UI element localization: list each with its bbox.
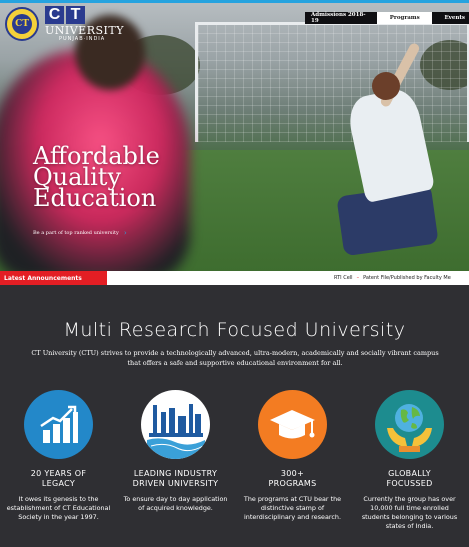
logo-letter: C <box>45 6 64 24</box>
seal-text: CT <box>12 14 32 34</box>
card-title: LEADING INDUSTRY DRIVEN UNIVERSITY <box>132 469 219 488</box>
section-description: CT University (CTU) strives to provide a… <box>31 349 439 367</box>
feature-card[interactable]: LEADING INDUSTRY DRIVEN UNIVERSITY To ens… <box>117 390 234 531</box>
about-section: Multi Research Focused University CT Uni… <box>0 285 469 547</box>
growth-chart-icon <box>24 390 93 459</box>
announcements-bar: Latest Announcements RTI Cell – Patent F… <box>0 271 469 285</box>
logo-university-name: UNIVERSITY <box>45 24 124 37</box>
logo-letter: T <box>66 6 85 24</box>
card-text: To ensure day to day application of acqu… <box>123 495 228 512</box>
goal-net <box>198 25 468 142</box>
arrow-right-icon: › <box>123 229 127 237</box>
logo-location: PUNJAB·INDIA <box>59 36 106 42</box>
industry-icon <box>141 390 210 459</box>
feature-card[interactable]: 20 YEARS OF LEGACY It owes its genesis to… <box>0 390 117 531</box>
university-logo[interactable]: CT C T UNIVERSITY PUNJAB·INDIA <box>5 6 124 42</box>
hero-banner: CT C T UNIVERSITY PUNJAB·INDIA Admission… <box>0 0 469 271</box>
logo-letters: C T <box>45 6 85 24</box>
top-accent-line <box>0 0 469 3</box>
announcements-label: Latest Announcements <box>0 271 107 285</box>
university-seal-icon: CT <box>5 7 39 41</box>
card-text: Currently the group has over 10,000 full… <box>361 495 458 530</box>
separator-icon: – <box>356 275 360 281</box>
nav-item-programs[interactable]: Programs <box>377 12 433 24</box>
hero-tagline-link[interactable]: Be a part of top ranked university › <box>33 229 127 237</box>
card-title: 300+ PROGRAMS <box>268 469 317 488</box>
hero-tagline-text: Be a part of top ranked university <box>33 230 119 236</box>
announcements-ticker: RTI Cell – Patent File/Published by Facu… <box>334 275 469 281</box>
nav-item-admissions[interactable]: Admissions 2018-19 <box>305 12 377 24</box>
nav-item-events[interactable]: Events <box>438 12 469 24</box>
card-title: GLOBALLY FOCUSSED <box>386 469 433 488</box>
announcement-link[interactable]: RTI Cell <box>334 275 353 281</box>
hero-headline: Affordable Quality Education <box>33 144 160 212</box>
feature-card[interactable]: 300+ PROGRAMS The programs at CTU bear th… <box>234 390 351 531</box>
headline-line: Education <box>33 184 157 212</box>
feature-cards: 20 YEARS OF LEGACY It owes its genesis to… <box>0 390 469 531</box>
card-title: 20 YEARS OF LEGACY <box>30 469 87 488</box>
card-text: The programs at CTU bear the distinctive… <box>243 495 342 521</box>
feature-card[interactable]: GLOBALLY FOCUSSED Currently the group has… <box>351 390 468 531</box>
section-title: Multi Research Focused University <box>63 319 406 341</box>
graduation-cap-icon <box>258 390 327 459</box>
top-nav: Admissions 2018-19 Programs Events <box>305 12 469 24</box>
bowler-head <box>372 72 400 100</box>
globe-hands-icon <box>375 390 444 459</box>
logo-wordmark: C T UNIVERSITY PUNJAB·INDIA <box>45 6 124 42</box>
card-text: It owes its genesis to the establishment… <box>6 495 111 521</box>
announcement-link[interactable]: Patent File/Published by Faculty Me <box>363 275 451 281</box>
